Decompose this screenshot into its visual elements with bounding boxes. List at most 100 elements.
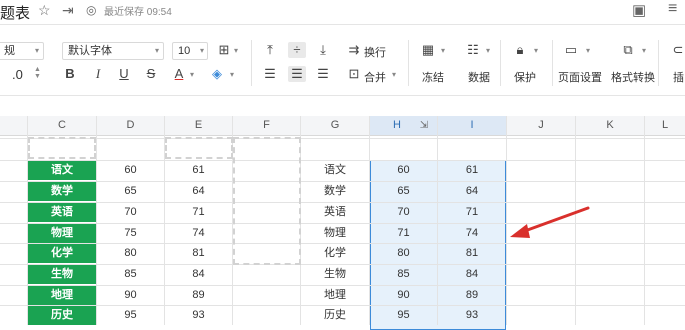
chevron-down-icon[interactable]: ▾ bbox=[534, 46, 538, 55]
cell-i[interactable]: 64 bbox=[438, 181, 506, 201]
cell-d[interactable]: 70 bbox=[97, 202, 164, 222]
page-setup-icon[interactable]: ▭ bbox=[563, 42, 579, 58]
menu-icon[interactable]: ≡ bbox=[668, 0, 677, 18]
insert-icon[interactable]: ⊂ bbox=[670, 42, 685, 58]
wrap-text-label[interactable]: 换行 bbox=[364, 44, 386, 60]
cell-i[interactable]: 89 bbox=[438, 285, 506, 305]
column-header-g[interactable]: G bbox=[301, 116, 369, 135]
column-header-d[interactable]: D bbox=[97, 116, 164, 135]
subject-cell[interactable]: 物理 bbox=[28, 224, 96, 243]
cell-i[interactable]: 81 bbox=[438, 243, 506, 263]
cell-h[interactable]: 90 bbox=[370, 285, 437, 305]
freeze-icon[interactable]: ▦ bbox=[420, 42, 436, 58]
cell-d[interactable]: 95 bbox=[97, 305, 164, 325]
wrap-text-icon[interactable]: ⇉ bbox=[346, 42, 362, 58]
underline-button[interactable]: U bbox=[116, 66, 132, 82]
align-bottom-icon[interactable]: ⤓ bbox=[315, 42, 331, 58]
bold-button[interactable]: B bbox=[62, 66, 78, 82]
cell-g[interactable]: 生物 bbox=[301, 264, 369, 284]
cell-g[interactable]: 语文 bbox=[301, 160, 369, 180]
filter-icon[interactable]: ⇲ bbox=[415, 116, 433, 135]
cell-d[interactable]: 85 bbox=[97, 264, 164, 284]
chevron-down-icon[interactable]: ▾ bbox=[642, 46, 646, 55]
cell-d[interactable]: 80 bbox=[97, 243, 164, 263]
move-to-folder-icon[interactable]: ⇥ bbox=[62, 2, 74, 19]
column-header-e[interactable]: E bbox=[165, 116, 232, 135]
align-middle-icon[interactable]: ÷ bbox=[288, 42, 306, 58]
subject-cell[interactable]: 地理 bbox=[28, 286, 96, 305]
decimal-format-value[interactable]: .0 bbox=[12, 67, 23, 82]
fill-color-icon[interactable]: ◈ bbox=[209, 66, 225, 82]
cell-i[interactable]: 71 bbox=[438, 202, 506, 222]
cell-g[interactable]: 化学 bbox=[301, 243, 369, 263]
cell-g[interactable]: 英语 bbox=[301, 202, 369, 222]
column-header-l[interactable]: L bbox=[645, 116, 685, 135]
cell-e[interactable]: 74 bbox=[165, 223, 232, 243]
cell-i[interactable]: 74 bbox=[438, 223, 506, 243]
cell-h[interactable]: 60 bbox=[370, 160, 437, 180]
cell-g[interactable]: 数学 bbox=[301, 181, 369, 201]
column-header-i[interactable]: I bbox=[438, 116, 506, 135]
cell-i[interactable]: 93 bbox=[438, 305, 506, 325]
cell-g[interactable]: 地理 bbox=[301, 285, 369, 305]
cell-e[interactable]: 89 bbox=[165, 285, 232, 305]
cell-e[interactable]: 84 bbox=[165, 264, 232, 284]
strikethrough-button[interactable]: S bbox=[143, 66, 159, 82]
column-header-f[interactable]: F bbox=[233, 116, 300, 135]
font-color-button[interactable]: A bbox=[171, 66, 187, 82]
align-top-icon[interactable]: ⤒ bbox=[262, 42, 278, 58]
data-label[interactable]: 数据 bbox=[468, 69, 490, 85]
cell-h[interactable]: 65 bbox=[370, 181, 437, 201]
column-header-c[interactable]: C bbox=[28, 116, 96, 135]
merge-cells-icon[interactable]: ⊡ bbox=[346, 66, 362, 82]
subject-cell[interactable]: 历史 bbox=[28, 306, 96, 325]
chevron-down-icon[interactable]: ▾ bbox=[190, 70, 194, 79]
chevron-down-icon[interactable]: ▾ bbox=[234, 46, 238, 55]
cell-d[interactable]: 60 bbox=[97, 160, 164, 180]
cell-g[interactable]: 历史 bbox=[301, 305, 369, 325]
subject-cell[interactable]: 生物 bbox=[28, 265, 96, 284]
insert-label[interactable]: 插 bbox=[673, 69, 684, 85]
freeze-label[interactable]: 冻结 bbox=[422, 69, 444, 85]
font-size-select[interactable]: 10 ▾ bbox=[172, 42, 208, 60]
cell-e[interactable]: 61 bbox=[165, 160, 232, 180]
chevron-down-icon[interactable]: ▾ bbox=[586, 46, 590, 55]
cell-h[interactable]: 85 bbox=[370, 264, 437, 284]
protect-label[interactable]: 保护 bbox=[514, 69, 536, 85]
subject-cell[interactable]: 化学 bbox=[28, 244, 96, 263]
subject-cell[interactable]: 英语 bbox=[28, 203, 96, 222]
format-convert-icon[interactable]: ⧉ bbox=[620, 42, 636, 58]
italic-button[interactable]: I bbox=[90, 66, 106, 82]
cell-h[interactable]: 95 bbox=[370, 305, 437, 325]
cell-h[interactable]: 70 bbox=[370, 202, 437, 222]
decimal-stepper-icon[interactable]: ▲ ▼ bbox=[34, 66, 41, 80]
chevron-down-icon[interactable]: ▾ bbox=[392, 70, 396, 79]
cell-h[interactable]: 71 bbox=[370, 223, 437, 243]
lock-icon[interactable]: 🔒︎ bbox=[512, 42, 528, 58]
align-left-icon[interactable]: ☰ bbox=[262, 66, 278, 82]
format-convert-label[interactable]: 格式转换 bbox=[611, 69, 655, 85]
column-header-k[interactable]: K bbox=[576, 116, 644, 135]
merge-cells-label[interactable]: 合并 bbox=[364, 69, 386, 85]
chevron-down-icon[interactable]: ▾ bbox=[230, 70, 234, 79]
star-icon[interactable]: ☆ bbox=[38, 2, 51, 19]
add-to-device-icon[interactable]: ▣ bbox=[632, 1, 646, 19]
document-title[interactable]: 题表 bbox=[0, 2, 30, 23]
cell-e[interactable]: 93 bbox=[165, 305, 232, 325]
cell-i[interactable]: 61 bbox=[438, 160, 506, 180]
subject-cell[interactable]: 语文 bbox=[28, 161, 96, 180]
align-center-icon[interactable]: ☰ bbox=[288, 66, 306, 82]
cell-d[interactable]: 75 bbox=[97, 223, 164, 243]
cell-h[interactable]: 80 bbox=[370, 243, 437, 263]
cell-e[interactable]: 71 bbox=[165, 202, 232, 222]
data-icon[interactable]: ☷ bbox=[465, 42, 481, 58]
cell-i[interactable]: 84 bbox=[438, 264, 506, 284]
cell-e[interactable]: 64 bbox=[165, 181, 232, 201]
cell-style-select[interactable]: 规 ▾ bbox=[0, 42, 44, 60]
border-icon[interactable]: ⊞ bbox=[216, 42, 232, 58]
column-header-j[interactable]: J bbox=[507, 116, 575, 135]
cell-d[interactable]: 65 bbox=[97, 181, 164, 201]
chevron-down-icon[interactable]: ▾ bbox=[486, 46, 490, 55]
subject-cell[interactable]: 数学 bbox=[28, 182, 96, 201]
cell-g[interactable]: 物理 bbox=[301, 223, 369, 243]
